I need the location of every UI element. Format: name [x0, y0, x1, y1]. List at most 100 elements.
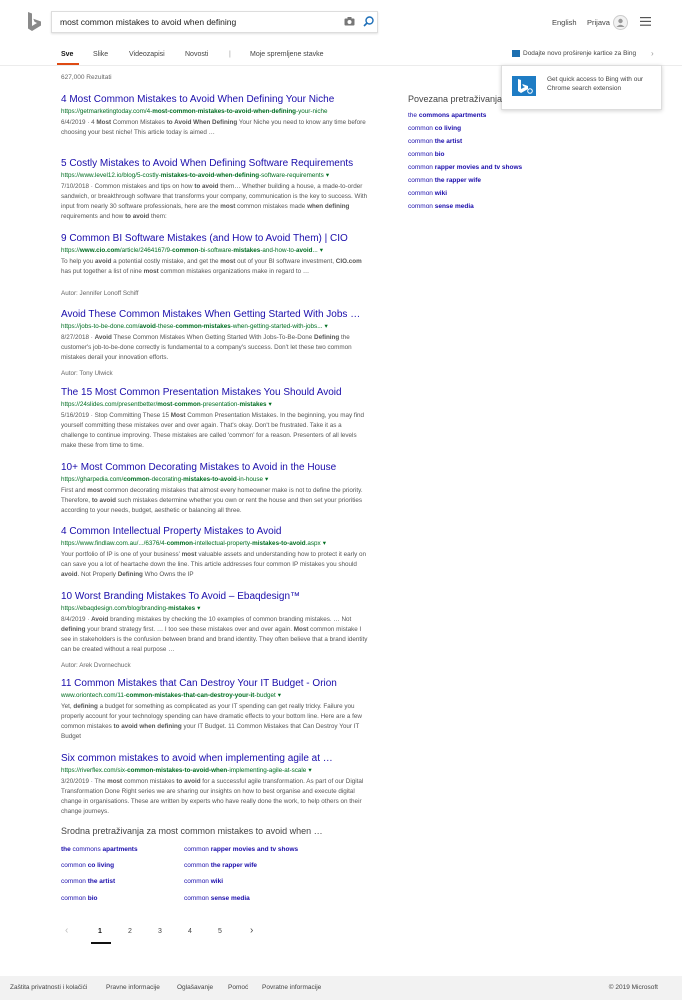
- related-search-link[interactable]: common wiki: [408, 187, 522, 200]
- search-result: Six common mistakes to avoid when implem…: [61, 752, 369, 817]
- footer-advertise-link[interactable]: Oglašavanje: [177, 984, 213, 991]
- tab-images[interactable]: Slike: [93, 51, 108, 58]
- url-dropdown-icon[interactable]: ▾: [326, 172, 329, 179]
- related-search-link[interactable]: the commons apartments: [408, 109, 522, 122]
- camera-icon[interactable]: [344, 17, 355, 26]
- page-link[interactable]: 1: [98, 928, 102, 935]
- search-result: 11 Common Mistakes that Can Destroy Your…: [61, 677, 369, 742]
- extension-icon: [512, 50, 520, 57]
- footer-help-link[interactable]: Pomoć: [228, 984, 248, 991]
- search-input[interactable]: [60, 12, 335, 32]
- result-title-link[interactable]: 10 Worst Branding Mistakes To Avoid – Eb…: [61, 590, 369, 603]
- tab-videos[interactable]: Videozapisi: [129, 51, 165, 58]
- result-url-text: https://gharpedia.com/common-decorating-…: [61, 476, 263, 483]
- result-url: https://www.cio.com/article/2464167/9-co…: [61, 246, 369, 255]
- footer-privacy-link[interactable]: Zaštita privatnosti i kolačići: [10, 984, 87, 991]
- footer-legal-link[interactable]: Pravne informacije: [106, 984, 160, 991]
- related-search-link[interactable]: common co living: [408, 122, 522, 135]
- result-title-link[interactable]: 5 Costly Mistakes to Avoid When Defining…: [61, 157, 369, 170]
- url-dropdown-icon[interactable]: ▾: [278, 692, 281, 699]
- signin-link[interactable]: Prijava: [587, 18, 610, 27]
- result-title-link[interactable]: The 15 Most Common Presentation Mistakes…: [61, 386, 369, 399]
- result-url: https://www.level12.io/blog/5-costly-mis…: [61, 171, 369, 180]
- result-snippet: 5/16/2019 · Stop Committing These 15 Mos…: [61, 412, 365, 449]
- result-author: Autor: Arek Dvornechuck: [61, 662, 131, 669]
- hamburger-menu-icon[interactable]: [640, 17, 651, 26]
- page-link[interactable]: 2: [128, 928, 132, 935]
- current-page-indicator: [91, 942, 111, 944]
- related-search-link[interactable]: common sense media: [408, 200, 522, 213]
- url-dropdown-icon[interactable]: ▾: [323, 540, 326, 547]
- result-title-link[interactable]: 4 Common Intellectual Property Mistakes …: [61, 525, 369, 538]
- related-search-link[interactable]: the commons apartments: [61, 846, 138, 853]
- related-search-link[interactable]: common sense media: [184, 895, 250, 902]
- related-search-link[interactable]: common the rapper wife: [408, 174, 522, 187]
- url-dropdown-icon[interactable]: ▾: [308, 767, 311, 774]
- related-search-link[interactable]: common the artist: [408, 135, 522, 148]
- result-url-text: https://ebaqdesign.com/blog/branding-mis…: [61, 605, 196, 612]
- url-dropdown-icon[interactable]: ▾: [265, 476, 268, 483]
- result-title-link[interactable]: Avoid These Common Mistakes When Getting…: [61, 308, 369, 321]
- search-result: 9 Common BI Software Mistakes (and How t…: [61, 232, 369, 298]
- page-link[interactable]: 4: [188, 928, 192, 935]
- result-snippet: 7/10/2018 · Common mistakes and tips on …: [61, 183, 368, 220]
- url-dropdown-icon[interactable]: ▾: [324, 323, 327, 330]
- user-icon: [616, 18, 625, 27]
- tab-news[interactable]: Novosti: [185, 51, 208, 58]
- result-snippet: 8/4/2019 · Avoid branding mistakes by ch…: [61, 616, 368, 653]
- result-url: https://getmarketingtoday.com/4-most-com…: [61, 108, 328, 115]
- chevron-right-icon[interactable]: ›: [651, 49, 654, 58]
- result-url-text: https://www.cio.com/article/2464167/9-co…: [61, 247, 318, 254]
- related-search-link[interactable]: common the artist: [61, 878, 115, 885]
- related-search-link[interactable]: common rapper movies and tv shows: [408, 161, 522, 174]
- tab-all[interactable]: Sve: [61, 51, 73, 58]
- search-box: [51, 11, 378, 33]
- footer: Zaštita privatnosti i kolačići Pravne in…: [0, 976, 682, 1000]
- result-title-link[interactable]: 9 Common BI Software Mistakes (and How t…: [61, 232, 369, 245]
- extension-popup[interactable]: Get quick access to Bing with our Chrome…: [501, 65, 662, 110]
- avatar[interactable]: [613, 15, 628, 30]
- header: English Prijava: [0, 0, 682, 46]
- result-snippet: Yet, defining a budget for something as …: [61, 703, 362, 740]
- prev-page-icon[interactable]: ‹: [65, 925, 68, 936]
- page-link[interactable]: 3: [158, 928, 162, 935]
- result-snippet: 8/27/2018 · Avoid These Common Mistakes …: [61, 334, 352, 361]
- result-title-link[interactable]: 11 Common Mistakes that Can Destroy Your…: [61, 677, 369, 690]
- related-search-link[interactable]: common rapper movies and tv shows: [184, 846, 298, 853]
- related-search-link[interactable]: common wiki: [184, 878, 223, 885]
- active-tab-indicator: [57, 63, 79, 65]
- result-snippet: To help you avoid a potential costly mis…: [61, 258, 362, 275]
- url-dropdown-icon[interactable]: ▾: [197, 605, 200, 612]
- pagination: ‹ 1 2 3 4 5 ›: [0, 924, 682, 944]
- url-dropdown-icon[interactable]: ▾: [269, 401, 272, 408]
- search-result: 4 Common Intellectual Property Mistakes …: [61, 525, 369, 580]
- related-search-link[interactable]: common bio: [408, 148, 522, 161]
- search-icon[interactable]: [363, 16, 374, 27]
- search-result: 5 Costly Mistakes to Avoid When Defining…: [61, 157, 369, 222]
- search-result: Avoid These Common Mistakes When Getting…: [61, 308, 369, 378]
- result-url: https://24slides.com/presentbetter/most-…: [61, 400, 369, 409]
- result-url-text: https://www.level12.io/blog/5-costly-mis…: [61, 172, 324, 179]
- tab-my-saves[interactable]: Moje spremljene stavke: [250, 51, 324, 58]
- result-url-text: https://24slides.com/presentbetter/most-…: [61, 401, 267, 408]
- bing-extension-icon: [512, 76, 536, 96]
- related-search-link[interactable]: common bio: [61, 895, 97, 902]
- search-result: The 15 Most Common Presentation Mistakes…: [61, 386, 369, 451]
- related-search-link[interactable]: common co living: [61, 862, 114, 869]
- url-dropdown-icon[interactable]: ▾: [320, 247, 323, 254]
- extension-popup-text: Get quick access to Bing with our Chrome…: [547, 76, 644, 92]
- result-title-link[interactable]: Six common mistakes to avoid when implem…: [61, 752, 369, 765]
- extension-promo-link[interactable]: Dodajte novo proširenje kartice za Bing: [512, 50, 636, 57]
- result-title-link[interactable]: 10+ Most Common Decorating Mistakes to A…: [61, 461, 369, 474]
- related-search-link[interactable]: common the rapper wife: [184, 862, 257, 869]
- result-title-link[interactable]: 4 Most Common Mistakes to Avoid When Def…: [61, 93, 369, 106]
- search-result: 10+ Most Common Decorating Mistakes to A…: [61, 461, 369, 516]
- result-author: Autor: Jennifer Lonoff Schiff: [61, 290, 139, 297]
- next-page-icon[interactable]: ›: [250, 925, 253, 936]
- footer-feedback-link[interactable]: Povratne informacije: [262, 984, 321, 991]
- related-searches-list: the commons apartments common co living …: [408, 109, 522, 213]
- language-link[interactable]: English: [552, 18, 577, 27]
- bing-logo-icon[interactable]: [27, 12, 43, 32]
- page-link[interactable]: 5: [218, 928, 222, 935]
- result-url: www.oriontech.com/11-common-mistakes-tha…: [61, 691, 369, 700]
